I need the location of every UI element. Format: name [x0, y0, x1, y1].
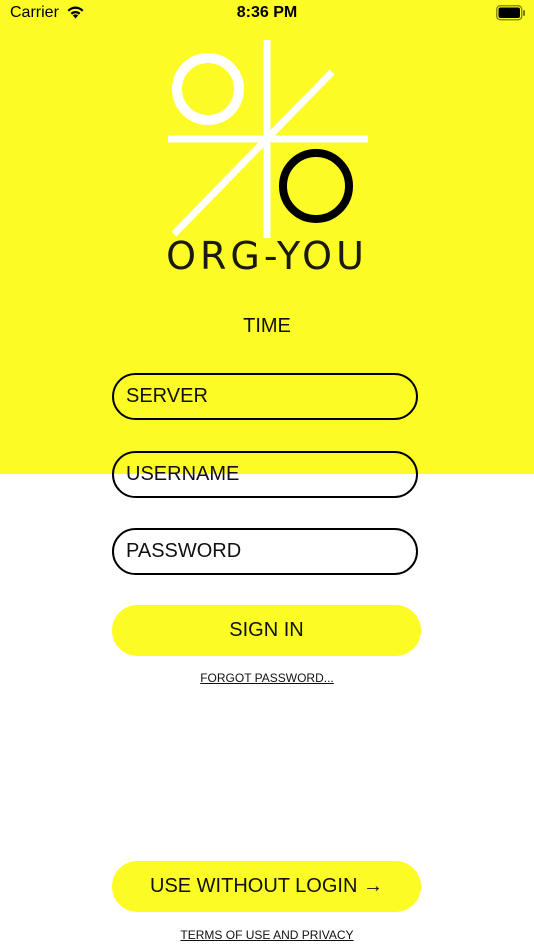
- battery-icon: [496, 5, 525, 21]
- brand-name: ORG-YOU: [166, 234, 368, 278]
- terms-link[interactable]: TERMS OF USE AND PRIVACY: [0, 928, 534, 942]
- forgot-password-link[interactable]: FORGOT PASSWORD...: [0, 671, 534, 685]
- status-bar: Carrier 8:36 PM: [0, 0, 534, 28]
- username-input[interactable]: [112, 451, 418, 498]
- brand-subtitle: TIME: [243, 315, 291, 337]
- password-input[interactable]: [112, 528, 418, 575]
- clock: 8:36 PM: [236, 4, 298, 21]
- sign-in-button[interactable]: SIGN IN: [112, 605, 421, 656]
- use-without-login-button[interactable]: USE WITHOUT LOGIN →: [112, 861, 421, 912]
- server-input[interactable]: [112, 373, 418, 420]
- tic-tac-toe-logo-icon: [168, 40, 368, 238]
